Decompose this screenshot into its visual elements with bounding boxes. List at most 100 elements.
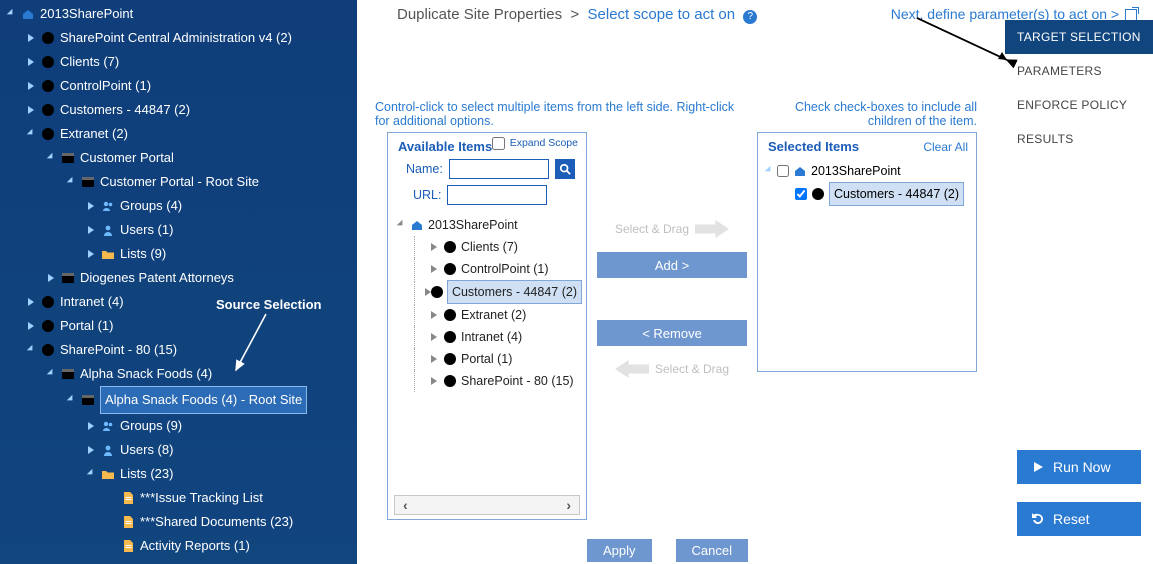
sidebar-item-cp-lists[interactable]: Lists (9) <box>0 242 357 266</box>
scroll-left-icon[interactable]: ‹ <box>403 497 408 513</box>
twisty-icon[interactable] <box>429 310 439 320</box>
selected-item-checkbox[interactable] <box>795 188 807 200</box>
url-label: URL: <box>413 188 441 202</box>
twisty-icon[interactable] <box>26 345 36 355</box>
available-item[interactable]: Clients (7) <box>396 236 582 258</box>
horizontal-scrollbar[interactable]: ‹ › <box>394 495 580 515</box>
twisty-icon[interactable] <box>423 287 427 297</box>
sidebar-item-portal[interactable]: Portal (1) <box>0 314 357 338</box>
expand-scope-checkbox[interactable] <box>492 137 505 150</box>
search-icon <box>559 163 571 175</box>
add-button[interactable]: Add > <box>597 252 747 278</box>
twisty-icon[interactable] <box>396 220 406 230</box>
sidebar-item-alpha-snack-root[interactable]: Alpha Snack Foods (4) - Root Site <box>0 386 357 414</box>
expand-scope[interactable]: Expand Scope <box>492 137 578 150</box>
selected-tree: 2013SharePoint Customers - 44847 (2) <box>758 156 976 210</box>
sidebar-item-as-users[interactable]: Users (8) <box>0 438 357 462</box>
twisty-icon[interactable] <box>429 264 439 274</box>
sidebar-item-issue-tracking[interactable]: ***Issue Tracking List <box>0 486 357 510</box>
available-item[interactable]: Customers - 44847 (2) <box>396 280 582 304</box>
twisty-icon[interactable] <box>86 469 96 479</box>
web-icon <box>60 150 76 166</box>
twisty-icon[interactable] <box>26 33 36 43</box>
twisty-icon[interactable] <box>86 225 96 235</box>
available-item[interactable]: ControlPoint (1) <box>396 258 582 280</box>
sidebar-item-cp-groups[interactable]: Groups (4) <box>0 194 357 218</box>
available-item[interactable]: Intranet (4) <box>396 326 582 348</box>
twisty-icon[interactable] <box>429 242 439 252</box>
twisty-icon[interactable] <box>26 81 36 91</box>
url-input[interactable] <box>447 185 547 205</box>
sidebar-item-alpha-docs[interactable]: Alpha Documents (148) <box>0 558 357 564</box>
twisty-icon[interactable] <box>86 445 96 455</box>
twisty-icon[interactable] <box>26 297 36 307</box>
twisty-icon[interactable] <box>66 177 76 187</box>
twisty-icon[interactable] <box>26 57 36 67</box>
available-item[interactable]: SharePoint - 80 (15) <box>396 370 582 392</box>
twisty-icon[interactable] <box>429 332 439 342</box>
rail-step-enforce policy[interactable]: ENFORCE POLICY <box>1005 88 1153 122</box>
rail-step-parameters[interactable]: PARAMETERS <box>1005 54 1153 88</box>
twisty-icon[interactable] <box>26 321 36 331</box>
scroll-right-icon[interactable]: › <box>566 497 571 513</box>
globe-icon <box>40 54 56 70</box>
twisty-icon[interactable] <box>26 129 36 139</box>
sidebar-item-central-admin[interactable]: SharePoint Central Administration v4 (2) <box>0 26 357 50</box>
web-icon <box>80 392 96 408</box>
twisty-icon[interactable] <box>66 395 76 405</box>
breadcrumb-step[interactable]: Select scope to act on <box>588 6 736 23</box>
available-item[interactable]: Portal (1) <box>396 348 582 370</box>
sidebar-item-controlpoint[interactable]: ControlPoint (1) <box>0 74 357 98</box>
twisty-icon[interactable] <box>86 249 96 259</box>
search-button[interactable] <box>555 159 575 179</box>
help-icon[interactable]: ? <box>743 10 757 24</box>
name-label: Name: <box>406 162 443 176</box>
globe-icon <box>40 342 56 358</box>
twisty-icon[interactable] <box>46 369 56 379</box>
twisty-icon[interactable] <box>46 153 56 163</box>
reset-button[interactable]: Reset <box>1017 502 1141 536</box>
available-root[interactable]: 2013SharePoint <box>396 214 582 236</box>
clear-all-link[interactable]: Clear All <box>923 140 968 154</box>
doc-icon <box>120 490 136 506</box>
apply-button[interactable]: Apply <box>587 539 652 562</box>
sidebar-root[interactable]: 2013SharePoint <box>0 2 357 26</box>
home-icon <box>792 163 808 179</box>
cancel-button[interactable]: Cancel <box>676 539 748 562</box>
twisty-icon[interactable] <box>26 105 36 115</box>
rail-step-target selection[interactable]: TARGET SELECTION <box>1005 20 1153 54</box>
twisty-icon[interactable] <box>86 421 96 431</box>
sidebar-item-sharepoint80[interactable]: SharePoint - 80 (15) <box>0 338 357 362</box>
sidebar-item-as-lists[interactable]: Lists (23) <box>0 462 357 486</box>
sidebar-item-cp-users[interactable]: Users (1) <box>0 218 357 242</box>
sidebar-item-activity-reports[interactable]: Activity Reports (1) <box>0 534 357 558</box>
sidebar-item-as-groups[interactable]: Groups (9) <box>0 414 357 438</box>
sidebar-item-diogenes[interactable]: Diogenes Patent Attorneys <box>0 266 357 290</box>
twisty-icon[interactable] <box>6 9 16 19</box>
sidebar-item-customers[interactable]: Customers - 44847 (2) <box>0 98 357 122</box>
twisty-icon[interactable] <box>764 166 774 176</box>
run-now-button[interactable]: Run Now <box>1017 450 1141 484</box>
selected-item[interactable]: Customers - 44847 (2) <box>764 182 970 206</box>
rail-step-results[interactable]: RESULTS <box>1005 122 1153 156</box>
name-input[interactable] <box>449 159 549 179</box>
sidebar-item-customer-portal-root[interactable]: Customer Portal - Root Site <box>0 170 357 194</box>
sidebar-item-clients[interactable]: Clients (7) <box>0 50 357 74</box>
twisty-icon[interactable] <box>429 376 439 386</box>
available-items-box: Available Items Expand Scope Name: URL: … <box>387 132 587 520</box>
twisty-icon[interactable] <box>429 354 439 364</box>
sidebar-item-customer-portal[interactable]: Customer Portal <box>0 146 357 170</box>
hint-right: Check check-boxes to include all childre… <box>777 100 977 128</box>
remove-button[interactable]: < Remove <box>597 320 747 346</box>
sidebar-item-shared-docs[interactable]: ***Shared Documents (23) <box>0 510 357 534</box>
available-item[interactable]: Extranet (2) <box>396 304 582 326</box>
sidebar-item-extranet[interactable]: Extranet (2) <box>0 122 357 146</box>
selected-root-checkbox[interactable] <box>777 165 789 177</box>
twisty-icon[interactable] <box>46 273 56 283</box>
twisty-icon[interactable] <box>86 201 96 211</box>
play-icon <box>1031 460 1045 474</box>
usr-icon <box>100 222 116 238</box>
sidebar-item-alpha-snack[interactable]: Alpha Snack Foods (4) <box>0 362 357 386</box>
selected-root[interactable]: 2013SharePoint <box>764 160 970 182</box>
globe-icon <box>40 294 56 310</box>
